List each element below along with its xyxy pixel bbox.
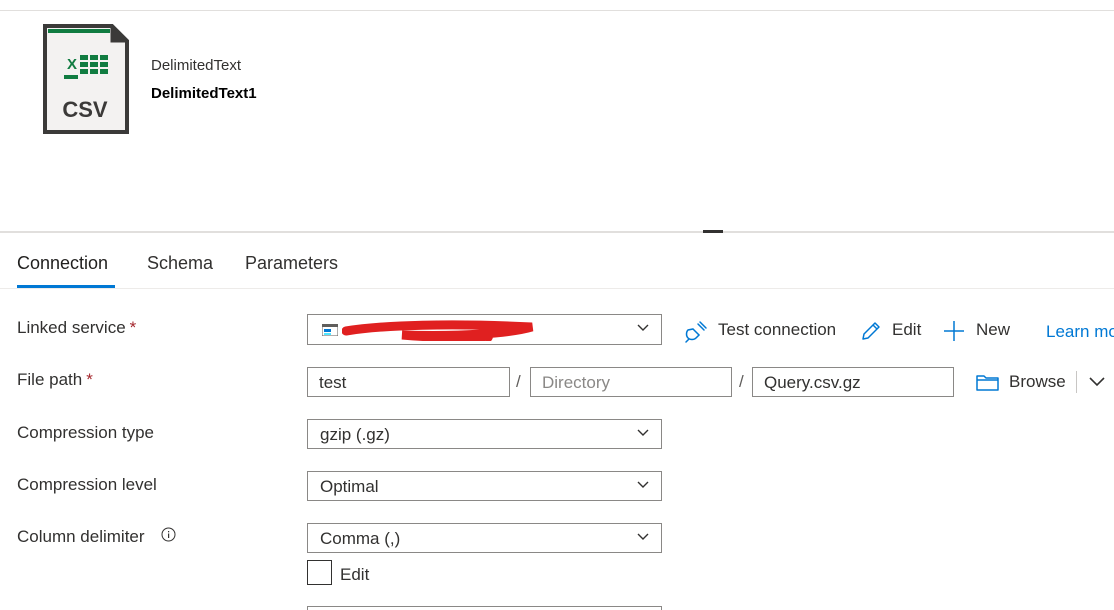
path-separator: / <box>516 372 521 391</box>
edit-linked-service-button[interactable]: Edit <box>860 320 924 344</box>
dataset-type-label: DelimitedText <box>151 57 242 74</box>
tab-parameters[interactable]: Parameters <box>245 253 338 274</box>
tab-connection[interactable]: Connection <box>17 253 108 274</box>
storage-account-icon <box>322 324 338 336</box>
compression-type-value: gzip (.gz) <box>320 425 390 444</box>
edit-delimiter-label: Edit <box>340 565 370 584</box>
tab-schema[interactable]: Schema <box>147 253 213 274</box>
edit-delimiter-checkbox[interactable] <box>307 560 332 585</box>
folder-icon <box>976 375 999 391</box>
file-path-filename-input[interactable]: Query.csv.gz <box>752 367 954 397</box>
column-delimiter-value: Comma (,) <box>320 529 401 548</box>
browse-options-chevron-icon[interactable] <box>1089 377 1105 387</box>
linked-service-dropdown[interactable] <box>307 314 662 345</box>
info-icon[interactable] <box>161 527 176 542</box>
container-value: test <box>319 373 347 392</box>
compression-type-label: Compression type <box>17 423 155 442</box>
compression-level-dropdown[interactable]: Optimal <box>307 471 662 501</box>
compression-level-value: Optimal <box>320 477 379 496</box>
column-delimiter-dropdown[interactable]: Comma (,) <box>307 523 662 553</box>
browse-label: Browse <box>1009 372 1066 391</box>
compression-type-dropdown[interactable]: gzip (.gz) <box>307 419 662 449</box>
file-path-label: File path * <box>17 370 93 390</box>
filename-value: Query.csv.gz <box>764 373 861 392</box>
plug-connection-icon <box>685 321 707 343</box>
excel-x-glyph: X <box>67 56 77 73</box>
learn-more-link[interactable]: Learn more <box>1046 322 1114 342</box>
linked-service-label: Linked service * <box>17 318 136 338</box>
compression-level-label: Compression level <box>17 475 157 494</box>
chevron-down-icon <box>637 533 649 540</box>
chevron-down-icon <box>637 481 649 488</box>
dataset-editor: X CSV DelimitedText DelimitedText1 Conne… <box>0 0 1114 610</box>
csv-icon-text: CSV <box>62 97 108 122</box>
required-marker: * <box>129 318 137 337</box>
new-linked-service-button[interactable]: New <box>943 320 1013 344</box>
pencil-icon <box>862 322 880 340</box>
browse-button[interactable]: Browse <box>976 372 1068 396</box>
chevron-down-icon <box>637 429 649 436</box>
required-marker: * <box>86 370 93 389</box>
file-path-directory-input[interactable]: Directory <box>530 367 732 397</box>
tab-bar: Connection Schema Parameters <box>0 240 1114 289</box>
new-label: New <box>976 320 1011 339</box>
edit-label: Edit <box>892 320 922 339</box>
splitter-grip-handle[interactable] <box>703 230 723 233</box>
test-connection-label: Test connection <box>718 320 837 339</box>
plus-icon <box>944 321 964 341</box>
active-tab-indicator <box>17 285 115 288</box>
column-delimiter-label: Column delimiter <box>17 527 145 546</box>
next-field-dropdown[interactable] <box>307 606 662 610</box>
directory-placeholder: Directory <box>542 373 611 392</box>
file-path-label-text: File path <box>17 370 83 389</box>
pane-splitter <box>0 231 1114 233</box>
redacted-value-mark <box>342 320 534 341</box>
chevron-down-icon <box>637 324 649 331</box>
csv-file-icon: X CSV <box>43 24 129 134</box>
file-path-container-input[interactable]: test <box>307 367 510 397</box>
path-separator: / <box>739 372 744 391</box>
dataset-name: DelimitedText1 <box>151 85 257 102</box>
toolbar-divider <box>1076 371 1077 393</box>
test-connection-button[interactable]: Test connection <box>684 320 844 344</box>
linked-service-label-text: Linked service <box>17 318 126 337</box>
top-border <box>0 10 1114 11</box>
